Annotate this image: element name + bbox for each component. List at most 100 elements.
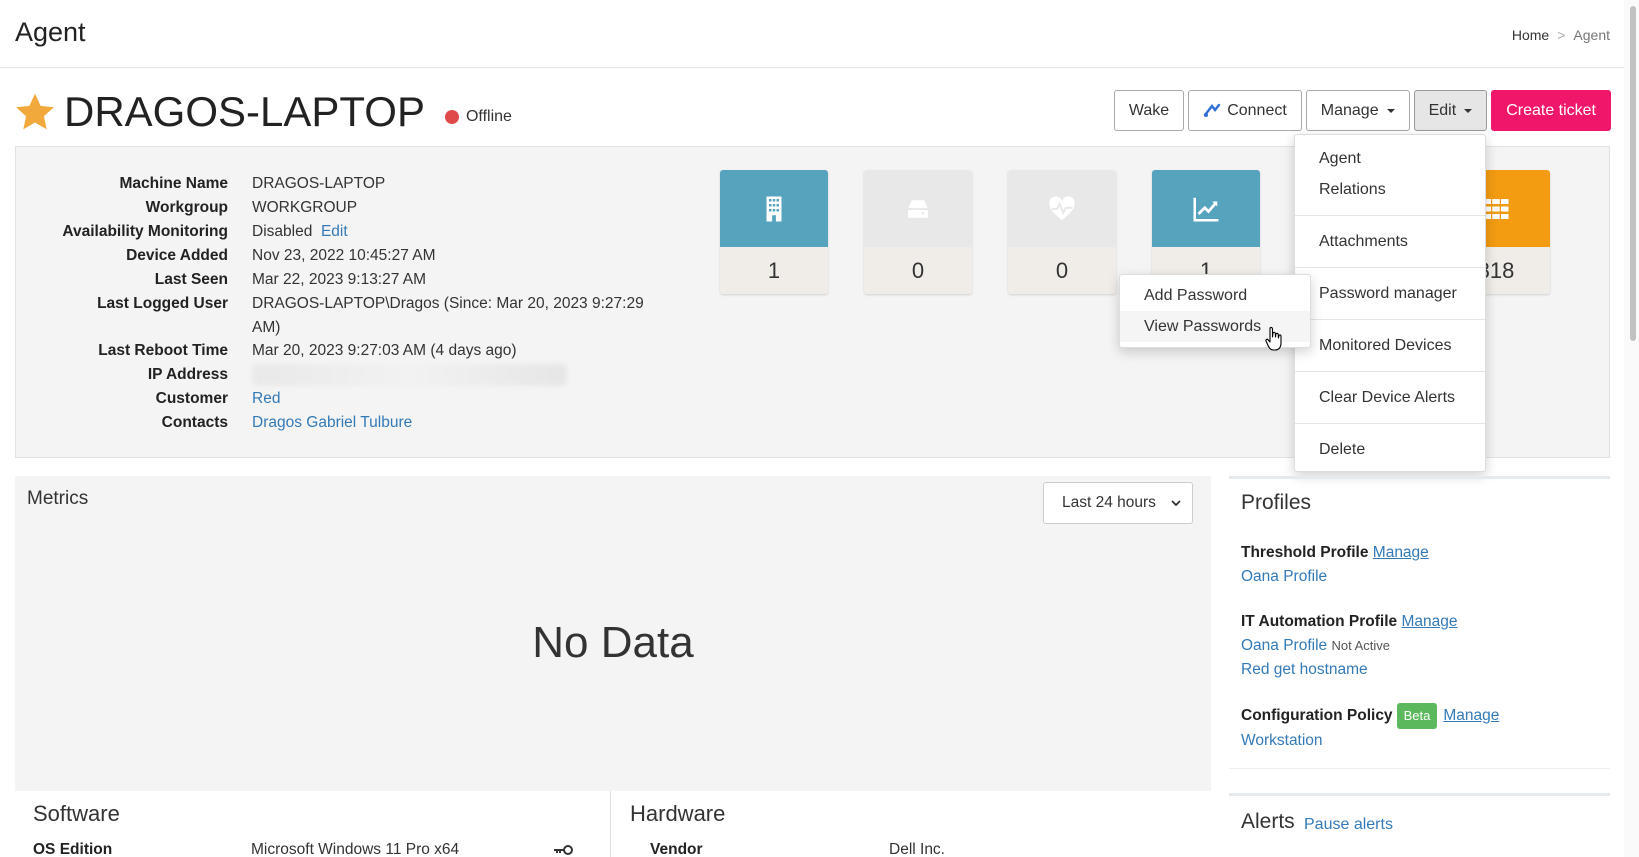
info-value: DRAGOS-LAPTOP\Dragos (Since: Mar 20, 202… — [252, 295, 644, 336]
edit-label: Edit — [1428, 101, 1457, 119]
configuration-policy: Configuration Policy Beta Manage Workstati… — [1241, 703, 1499, 753]
software-title: Software — [33, 801, 120, 826]
chevron-down-icon — [1171, 500, 1181, 507]
info-value: Nov 23, 2022 10:45:27 AM — [252, 247, 436, 264]
info-value: DRAGOS-LAPTOP — [252, 175, 386, 192]
profiles-panel: Profiles Threshold Profile Manage Oana P… — [1229, 476, 1610, 769]
remote-connect-icon — [1203, 103, 1221, 117]
info-value: Mar 20, 2023 9:27:03 AM (4 days ago) — [252, 342, 517, 359]
alerts-panel: Alerts Pause alerts — [1229, 793, 1610, 857]
metrics-title: Metrics — [27, 488, 89, 509]
menu-divider — [1295, 215, 1485, 216]
tile-heartbeat[interactable]: 0 — [1008, 170, 1116, 294]
automation-profile-link[interactable]: Oana Profile — [1241, 637, 1327, 654]
time-range-select[interactable]: Last 24 hours — [1043, 482, 1193, 524]
create-ticket-label: Create ticket — [1506, 101, 1596, 119]
info-label: Contacts — [161, 414, 228, 431]
menu-item-add-password[interactable]: Add Password — [1120, 280, 1310, 311]
tile-top — [720, 170, 828, 247]
key-icon[interactable] — [552, 843, 574, 857]
menu-item-relations[interactable]: Relations — [1295, 174, 1485, 205]
pause-alerts-link[interactable]: Pause alerts — [1304, 816, 1393, 834]
wake-button[interactable]: Wake — [1113, 90, 1185, 131]
menu-item-monitored-devices[interactable]: Monitored Devices — [1295, 330, 1485, 361]
automation-manage-link[interactable]: Manage — [1401, 613, 1457, 630]
no-data-message: No Data — [532, 618, 694, 667]
config-manage-link[interactable]: Manage — [1443, 707, 1499, 724]
availability-edit-link[interactable]: Edit — [321, 223, 348, 240]
vendor-label-text: Vendor — [650, 841, 703, 857]
wake-label: Wake — [1128, 101, 1170, 119]
metrics-panel: Metrics Last 24 hours No Data — [15, 476, 1211, 791]
info-label: Availability Monitoring — [62, 223, 228, 240]
info-label: IP Address — [147, 366, 228, 383]
tile-drive[interactable]: 0 — [864, 170, 972, 294]
caret-down-icon — [1464, 108, 1473, 113]
alerts-title: Alerts — [1241, 810, 1295, 833]
info-label: Last Reboot Time — [98, 342, 228, 359]
menu-item-password-manager[interactable]: Password manager — [1295, 278, 1485, 309]
scrollbar-thumb[interactable] — [1630, 6, 1636, 341]
info-row-last-seen: Last Seen Mar 22, 2023 9:13:27 AM — [16, 268, 656, 292]
redacted-ip — [252, 363, 567, 386]
device-info-table: Machine Name DRAGOS-LAPTOP Workgroup WORKG… — [16, 172, 656, 435]
vendor-label: Vendor — [650, 841, 703, 857]
menu-item-agent[interactable]: Agent — [1295, 143, 1485, 174]
info-row-last-reboot: Last Reboot Time Mar 20, 2023 9:27:03 AM … — [16, 339, 656, 363]
hardware-panel: Hardware Vendor Dell Inc. — [612, 791, 1210, 857]
caret-down-icon — [1386, 108, 1395, 113]
heartbeat-icon — [1049, 195, 1075, 220]
software-panel: Software OS Edition Microsoft Windows 11… — [15, 791, 611, 857]
info-label: Machine Name — [119, 175, 228, 192]
edit-dropdown-menu: Agent Relations Attachments Password man… — [1294, 134, 1486, 472]
contact-link[interactable]: Dragos Gabriel Tulbure — [252, 414, 412, 431]
menu-divider — [1295, 267, 1485, 268]
automation-profile-label: IT Automation Profile — [1241, 613, 1398, 630]
info-row-device-added: Device Added Nov 23, 2022 10:45:27 AM — [16, 244, 656, 268]
breadcrumb-current: Agent — [1573, 27, 1610, 43]
menu-divider — [1295, 319, 1485, 320]
breadcrumb: Home > Agent — [1512, 27, 1610, 43]
config-policy-link[interactable]: Workstation — [1241, 732, 1323, 749]
tile-building[interactable]: 1 — [720, 170, 828, 294]
info-row-ip-address: IP Address — [16, 363, 656, 387]
page-scrollbar[interactable] — [1624, 0, 1639, 857]
menu-item-clear-device-alerts[interactable]: Clear Device Alerts — [1295, 382, 1485, 413]
breadcrumb-home[interactable]: Home — [1512, 27, 1549, 43]
info-value: Disabled Edit — [252, 220, 656, 244]
connect-button[interactable]: Connect — [1188, 90, 1302, 131]
menu-divider — [1295, 371, 1485, 372]
vendor-value: Dell Inc. — [889, 841, 945, 857]
star-icon[interactable] — [14, 91, 56, 133]
info-label: Device Added — [126, 247, 228, 264]
threshold-profile-link[interactable]: Oana Profile — [1241, 568, 1327, 585]
menu-divider — [1295, 423, 1485, 424]
info-row-contacts: Contacts Dragos Gabriel Tulbure — [16, 411, 656, 435]
menu-item-delete[interactable]: Delete — [1295, 434, 1485, 465]
building-icon — [766, 196, 782, 221]
edit-button[interactable]: Edit — [1413, 90, 1488, 131]
device-header: DRAGOS-LAPTOP Offline — [14, 84, 512, 140]
os-edition-label-text: OS Edition — [33, 841, 113, 857]
info-label: Last Seen — [154, 271, 228, 288]
info-row-customer: Customer Red — [16, 387, 656, 411]
threshold-manage-link[interactable]: Manage — [1373, 544, 1429, 561]
info-label: Workgroup — [145, 199, 228, 216]
info-row-workgroup: Workgroup WORKGROUP — [16, 196, 656, 220]
create-ticket-button[interactable]: Create ticket — [1491, 90, 1611, 131]
chart-icon — [1193, 197, 1219, 221]
manage-button[interactable]: Manage — [1305, 90, 1410, 131]
breadcrumb-separator: > — [1557, 27, 1566, 43]
not-active-note: Not Active — [1331, 638, 1391, 653]
info-value: Red — [252, 387, 656, 411]
os-edition-value: Microsoft Windows 11 Pro x64 — [251, 841, 460, 857]
info-row-last-logged-user: Last Logged User DRAGOS-LAPTOP\Dragos (Si… — [16, 292, 656, 340]
time-range-value: Last 24 hours — [1062, 494, 1156, 511]
automation-script-link[interactable]: Red get hostname — [1241, 661, 1368, 678]
top-bar: Agent Home > Agent — [0, 0, 1624, 68]
customer-link[interactable]: Red — [252, 390, 280, 407]
drive-icon — [908, 199, 928, 218]
tile-top — [1008, 170, 1116, 247]
info-value: WORKGROUP — [252, 199, 358, 216]
menu-item-attachments[interactable]: Attachments — [1295, 226, 1485, 257]
